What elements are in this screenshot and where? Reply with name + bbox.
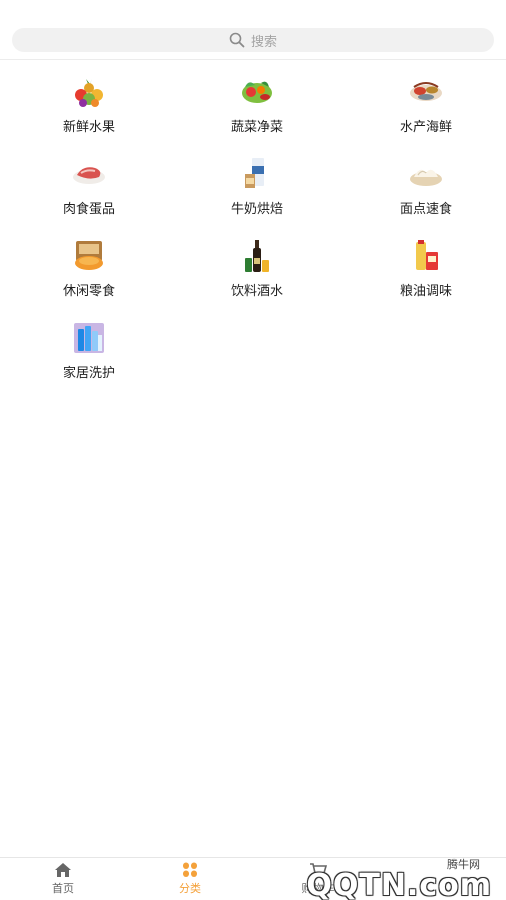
search-bar[interactable]: 搜索 [12,28,494,52]
dumplings-icon [406,154,446,194]
tab-label: 首页 [52,882,74,895]
category-vegetables[interactable]: 蔬菜净菜 [197,72,317,142]
tab-category[interactable]: 分类 [150,862,230,898]
category-label: 肉食蛋品 [62,202,115,217]
category-icon [183,862,197,877]
category-milk-bakery[interactable]: 牛奶烘焙 [197,154,317,224]
category-snacks[interactable]: 休闲零食 [29,236,149,306]
grain-oil-icon [406,236,446,276]
search-icon [229,32,245,48]
drinks-icon [237,236,277,276]
household-care-icon [69,318,109,358]
snacks-icon [69,236,109,276]
vegetables-icon [237,72,277,112]
home-icon [55,863,71,877]
category-label: 牛奶烘焙 [230,202,283,217]
watermark-logo-text: QQTN.com [306,868,492,900]
category-label: 水产海鲜 [399,120,452,135]
category-drinks[interactable]: 饮料酒水 [197,236,317,306]
category-label: 家居洗护 [62,366,115,381]
category-grain-oil[interactable]: 粮油调味 [366,236,486,306]
category-meat-eggs[interactable]: 肉食蛋品 [29,154,149,224]
milk-bakery-icon [237,154,277,194]
category-label: 饮料酒水 [230,284,283,299]
category-fresh-fruit[interactable]: 新鲜水果 [29,72,149,142]
seafood-icon [406,72,446,112]
search-placeholder: 搜索 [250,34,277,50]
tab-label: 分类 [179,882,201,895]
category-household-care[interactable]: 家居洗护 [29,318,149,388]
category-label: 休闲零食 [62,284,115,299]
watermark: 腾牛网 QQTN.com [300,840,500,900]
category-seafood[interactable]: 水产海鲜 [366,72,486,142]
meat-icon [69,154,109,194]
search-header: 搜索 [0,0,506,60]
category-label: 粮油调味 [399,284,452,299]
tab-home[interactable]: 首页 [23,862,103,898]
category-label: 面点速食 [399,202,452,217]
category-label: 蔬菜净菜 [230,120,283,135]
category-label: 新鲜水果 [62,120,115,135]
fruit-basket-icon [69,72,109,112]
category-pastry-quick-food[interactable]: 面点速食 [366,154,486,224]
